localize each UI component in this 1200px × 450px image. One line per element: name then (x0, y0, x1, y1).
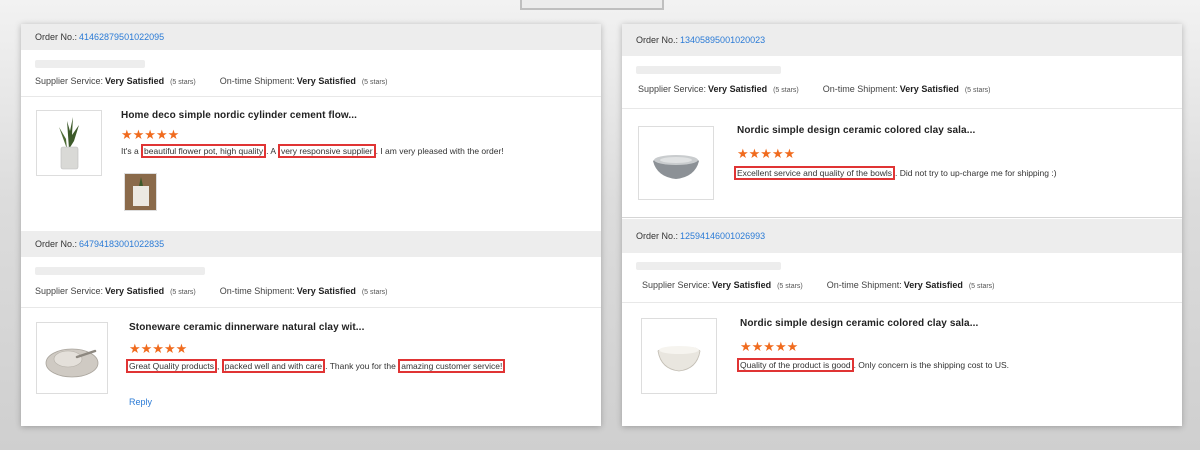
redacted-buyer-name (636, 262, 781, 270)
background-picture-frame (520, 0, 664, 10)
highlighted-phrase: amazing customer service! (398, 359, 506, 373)
product-thumbnail[interactable] (638, 126, 714, 200)
product-title[interactable]: Nordic simple design ceramic colored cla… (737, 125, 975, 136)
right-review-panel: Order No.: 13405895001020023 Supplier Se… (622, 24, 1182, 426)
supplier-service-label: Supplier Service: (638, 84, 707, 94)
review-photo[interactable] (124, 173, 157, 211)
ontime-shipment-label: On-time Shipment: (219, 76, 295, 86)
ontime-shipment-label: On-time Shipment: (822, 84, 898, 94)
order-number-link[interactable]: 12594146001026993 (680, 231, 765, 241)
service-ratings: Supplier Service: Very Satisfied (5 star… (35, 286, 388, 296)
supplier-service-rating: Very Satisfied (708, 84, 768, 94)
ontime-shipment-rating: Very Satisfied (296, 76, 356, 86)
review-text: Great Quality products, packed well and … (126, 359, 506, 373)
product-title[interactable]: Nordic simple design ceramic colored cla… (740, 318, 978, 329)
left-review-panel: Order No.: 41462879501022095 Supplier Se… (21, 24, 601, 426)
rating-stars: ★★★★★ (737, 146, 796, 161)
photo-icon (125, 174, 156, 210)
reply-link[interactable]: Reply (129, 397, 152, 407)
rating-stars: ★★★★★ (129, 341, 188, 356)
order-number-bar: Order No.: 64794183001022835 (21, 231, 601, 257)
product-thumbnail[interactable] (36, 110, 102, 176)
ontime-shipment-rating: Very Satisfied (899, 84, 959, 94)
redacted-buyer-name (35, 267, 205, 275)
product-title[interactable]: Home deco simple nordic cylinder cement … (121, 110, 357, 121)
supplier-service-rating: Very Satisfied (712, 280, 772, 290)
order-number-label: Order No.: (35, 32, 78, 42)
highlighted-phrase: beautiful flower pot, high quality (141, 144, 267, 158)
product-title[interactable]: Stoneware ceramic dinnerware natural cla… (129, 322, 364, 333)
ontime-shipment-stars: (5 stars) (361, 289, 388, 296)
order-number-label: Order No.: (636, 35, 679, 45)
highlighted-phrase: very responsive supplier (277, 144, 376, 158)
ontime-shipment-label: On-time Shipment: (219, 286, 295, 296)
order-number-bar: Order No.: 13405895001020023 (622, 24, 1182, 56)
divider (21, 96, 601, 97)
rating-stars: ★★★★★ (740, 339, 799, 354)
white-bowl-icon (657, 346, 701, 372)
product-thumbnail[interactable] (641, 318, 717, 394)
redacted-buyer-name (636, 66, 781, 74)
order-number-bar: Order No.: 41462879501022095 (21, 24, 601, 50)
service-ratings: Supplier Service: Very Satisfied (5 star… (638, 84, 991, 94)
supplier-service-label: Supplier Service: (642, 280, 711, 290)
supplier-service-label: Supplier Service: (35, 76, 104, 86)
divider (622, 217, 1182, 218)
ceramic-plate-icon (45, 348, 99, 378)
divider (622, 108, 1182, 109)
ontime-shipment-stars: (5 stars) (964, 87, 991, 94)
divider (622, 302, 1182, 303)
grey-bowl-icon (653, 155, 699, 179)
ontime-shipment-stars: (5 stars) (361, 79, 388, 86)
order-number-link[interactable]: 13405895001020023 (680, 35, 765, 45)
order-number-bar: Order No.: 12594146001026993 (622, 219, 1182, 253)
supplier-service-rating: Very Satisfied (105, 76, 165, 86)
ontime-shipment-stars: (5 stars) (968, 283, 995, 290)
supplier-service-stars: (5 stars) (170, 79, 196, 86)
potted-plant-icon (59, 117, 79, 170)
supplier-service-label: Supplier Service: (35, 286, 104, 296)
highlighted-phrase: packed well and with care (221, 359, 326, 373)
service-ratings: Supplier Service: Very Satisfied (5 star… (35, 76, 388, 86)
divider (21, 307, 601, 308)
ontime-shipment-rating: Very Satisfied (903, 280, 963, 290)
ontime-shipment-rating: Very Satisfied (296, 286, 356, 296)
review-text: Quality of the product is good. Only con… (737, 358, 1009, 372)
product-thumbnail[interactable] (36, 322, 108, 394)
highlighted-phrase: Excellent service and quality of the bow… (734, 166, 895, 180)
order-number-link[interactable]: 64794183001022835 (79, 239, 164, 249)
order-number-link[interactable]: 41462879501022095 (79, 32, 164, 42)
review-text: It's a beautiful flower pot, high qualit… (121, 144, 504, 158)
review-text: Excellent service and quality of the bow… (734, 166, 1057, 180)
supplier-service-stars: (5 stars) (777, 283, 803, 290)
order-number-label: Order No.: (35, 239, 78, 249)
order-number-label: Order No.: (636, 231, 679, 241)
supplier-service-stars: (5 stars) (170, 289, 196, 296)
service-ratings: Supplier Service: Very Satisfied (5 star… (642, 280, 995, 290)
supplier-service-rating: Very Satisfied (105, 286, 165, 296)
rating-stars: ★★★★★ (121, 127, 180, 142)
highlighted-phrase: Great Quality products (126, 359, 218, 373)
supplier-service-stars: (5 stars) (773, 87, 799, 94)
ontime-shipment-label: On-time Shipment: (826, 280, 902, 290)
highlighted-phrase: Quality of the product is good (737, 358, 854, 372)
redacted-buyer-name (35, 60, 145, 68)
